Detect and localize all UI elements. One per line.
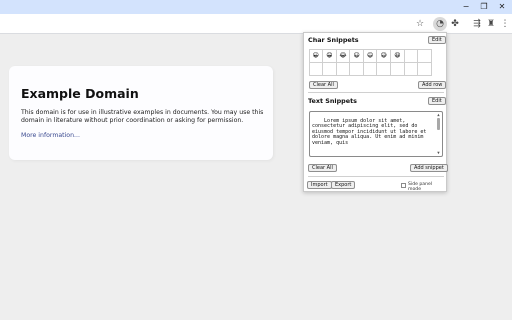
section-divider xyxy=(308,92,444,93)
char-snippets-grid: 😀 😁 😂 😃 😄 😅 😆 xyxy=(308,48,433,76)
section-divider xyxy=(308,176,444,177)
media-icon[interactable]: ⇶ xyxy=(470,17,484,31)
page-description: This domain is for use in illustrative e… xyxy=(21,109,264,124)
export-button[interactable]: Export xyxy=(331,181,356,189)
text-snippets-title: Text Snippets xyxy=(308,97,357,105)
profile-icon[interactable]: ♜ xyxy=(484,17,498,31)
browser-toolbar: ☆ ◔ ✤ ⇶ ♜ ⋮ xyxy=(0,14,512,34)
char-snippet-cell[interactable]: 😄 xyxy=(362,48,378,63)
restore-button[interactable]: ❐ xyxy=(477,1,491,13)
char-snippet-cell[interactable] xyxy=(403,48,419,63)
side-panel-mode-label: Side panel mode xyxy=(408,182,433,192)
char-snippet-cell[interactable] xyxy=(417,61,432,76)
char-snippet-cell[interactable] xyxy=(308,61,324,76)
page-title: Example Domain xyxy=(21,86,139,101)
close-window-button[interactable]: ✕ xyxy=(495,1,509,13)
side-panel-mode-checkbox[interactable] xyxy=(401,183,406,188)
scroll-thumb[interactable] xyxy=(437,118,440,130)
textarea-scrollbar[interactable]: ▲ ▼ xyxy=(436,113,441,155)
scroll-down-icon[interactable]: ▼ xyxy=(436,151,441,155)
puzzle-icon[interactable]: ✤ xyxy=(448,17,462,31)
star-icon[interactable]: ☆ xyxy=(413,17,427,31)
char-snippet-cell[interactable] xyxy=(376,61,392,76)
content-card: Example Domain This domain is for use in… xyxy=(9,66,273,160)
char-snippet-cell[interactable]: 😂 xyxy=(335,48,351,63)
title-bar: − ❐ ✕ xyxy=(0,0,512,14)
minimize-button[interactable]: − xyxy=(459,1,473,13)
menu-icon[interactable]: ⋮ xyxy=(498,17,512,31)
char-snippet-cell[interactable] xyxy=(349,61,364,76)
text-snippets-edit-button[interactable]: Edit xyxy=(428,97,446,105)
text-clear-all-button[interactable]: Clear All xyxy=(308,164,337,172)
add-snippet-button[interactable]: Add snippet xyxy=(410,164,448,172)
char-clear-all-button[interactable]: Clear All xyxy=(309,81,338,89)
char-snippet-cell[interactable] xyxy=(417,48,432,63)
char-snippets-edit-button[interactable]: Edit xyxy=(428,36,446,44)
import-button[interactable]: Import xyxy=(307,181,332,189)
scroll-up-icon[interactable]: ▲ xyxy=(436,113,441,117)
extension-popup: Char Snippets Edit 😀 😁 😂 😃 😄 😅 😆 Clear All Add… xyxy=(303,32,448,192)
char-snippets-title: Char Snippets xyxy=(308,36,359,44)
char-snippet-cell[interactable] xyxy=(390,61,405,76)
text-snippet-content: Lorem ipsum dolor sit amet, consectetur … xyxy=(312,117,430,146)
char-snippet-cell[interactable]: 😀 xyxy=(308,48,324,63)
char-snippet-cell[interactable] xyxy=(362,61,378,76)
add-row-button[interactable]: Add row xyxy=(418,81,447,89)
char-snippet-cell[interactable] xyxy=(335,61,351,76)
char-snippet-cell[interactable] xyxy=(403,61,419,76)
extension-action-icon[interactable]: ◔ xyxy=(433,17,447,31)
char-snippet-cell[interactable]: 😆 xyxy=(390,48,405,63)
char-snippet-cell[interactable]: 😅 xyxy=(376,48,392,63)
char-snippet-cell[interactable]: 😃 xyxy=(349,48,364,63)
char-snippet-cell[interactable] xyxy=(322,61,337,76)
char-snippet-cell[interactable]: 😁 xyxy=(322,48,337,63)
text-snippet-textarea[interactable]: Lorem ipsum dolor sit amet, consectetur … xyxy=(309,111,443,157)
more-information-link[interactable]: More information... xyxy=(21,132,80,139)
